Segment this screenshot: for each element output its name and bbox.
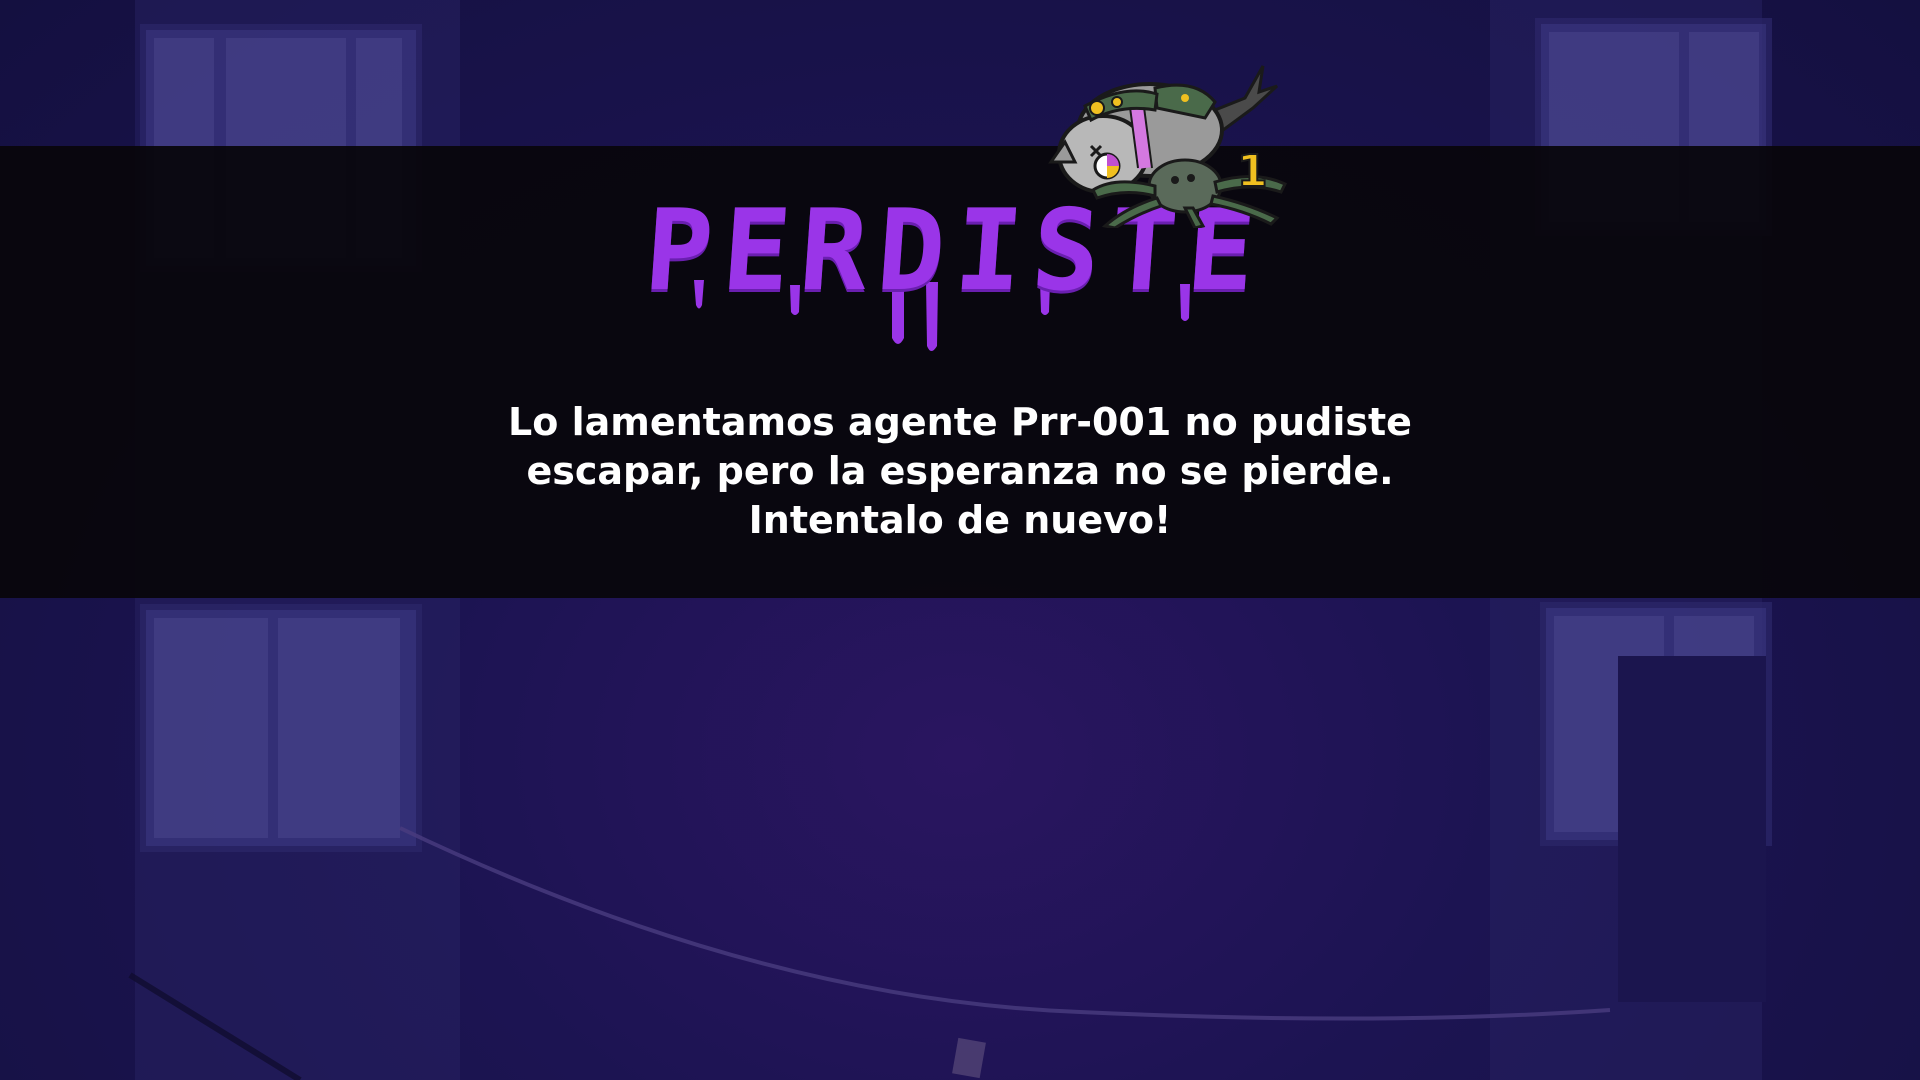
lose-title: PERDISTE — [640, 186, 1270, 316]
game-over-screen: PERDISTE 1 Lo lamentamos agente Prr-001 … — [0, 0, 1920, 1080]
defeated-cat-spider-icon: 1 — [1048, 65, 1288, 228]
mascot-tag-number: 1 — [1237, 146, 1268, 197]
lose-message: Lo lamentamos agente Prr-001 no pudiste … — [508, 400, 1412, 542]
